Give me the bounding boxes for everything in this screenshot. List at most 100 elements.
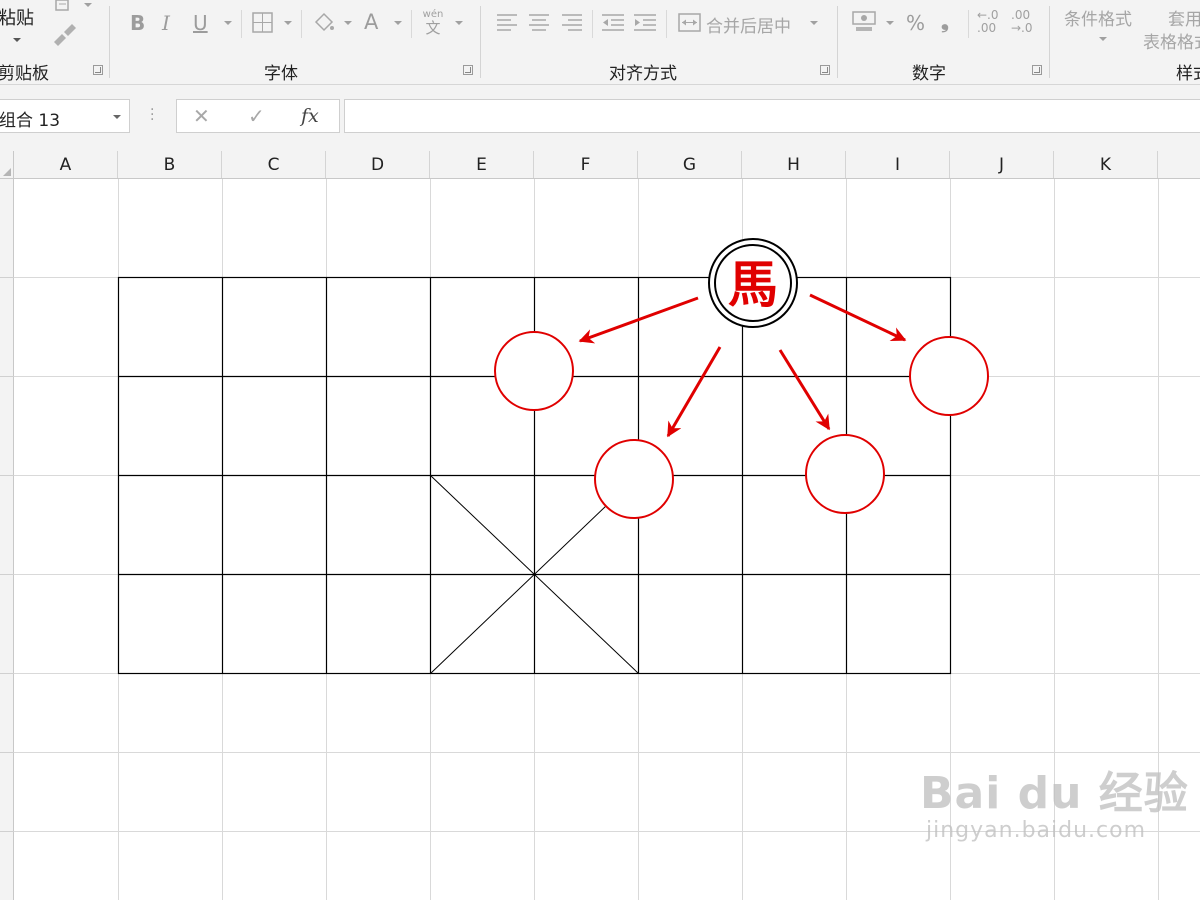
paste-button[interactable]: 粘贴 bbox=[0, 4, 40, 48]
underline-button[interactable]: U bbox=[193, 12, 208, 34]
formula-input[interactable] bbox=[344, 99, 1200, 133]
font-launcher-icon[interactable] bbox=[463, 65, 473, 75]
column-header-k[interactable]: K bbox=[1054, 151, 1158, 178]
select-all-corner[interactable] bbox=[0, 151, 14, 178]
phonetic-guide-button[interactable]: wén 文 bbox=[420, 9, 446, 39]
font-group-label: 字体 bbox=[264, 64, 298, 84]
currency-dropdown-icon[interactable] bbox=[886, 21, 894, 25]
formula-buttons: ✕ ✓ fx bbox=[176, 99, 340, 133]
merge-center-button[interactable]: 合并后居中 bbox=[706, 12, 791, 37]
alignment-launcher-icon[interactable] bbox=[820, 65, 830, 75]
horse-piece[interactable]: 馬 bbox=[708, 238, 798, 328]
phonetic-dropdown-icon[interactable] bbox=[455, 21, 463, 25]
column-header-a[interactable]: A bbox=[14, 151, 118, 178]
arrow-right[interactable] bbox=[809, 293, 907, 342]
target-circle[interactable] bbox=[494, 331, 574, 411]
insert-function-button[interactable]: fx bbox=[301, 105, 319, 127]
divider bbox=[301, 10, 302, 38]
percent-button[interactable]: % bbox=[906, 12, 925, 34]
underline-dropdown-icon[interactable] bbox=[224, 21, 232, 25]
font-color-button[interactable]: A bbox=[364, 11, 378, 33]
arrow-down-left[interactable] bbox=[666, 346, 722, 438]
target-circle[interactable] bbox=[805, 434, 885, 514]
row-header-divider bbox=[0, 831, 14, 832]
arrow-down-right[interactable] bbox=[778, 349, 831, 431]
paste-dropdown-icon[interactable] bbox=[13, 38, 21, 42]
row-header-divider bbox=[0, 277, 14, 278]
group-divider bbox=[837, 6, 838, 78]
baidu-watermark-logo: Bai du 经验 jingyan.baidu.com bbox=[920, 770, 1189, 844]
decrease-decimal-button[interactable]: .00 →.0 bbox=[1011, 9, 1039, 35]
divider bbox=[968, 10, 969, 38]
row-header-bar[interactable] bbox=[0, 179, 14, 900]
column-header-d[interactable]: D bbox=[326, 151, 430, 178]
group-divider bbox=[1049, 6, 1050, 78]
cancel-icon[interactable]: ✕ bbox=[193, 104, 210, 128]
copy-dropdown-icon[interactable] bbox=[84, 3, 92, 7]
increase-indent-icon[interactable] bbox=[633, 12, 657, 34]
column-header-i[interactable]: I bbox=[846, 151, 950, 178]
increase-decimal-button[interactable]: ←.0 .00 bbox=[977, 9, 1005, 35]
target-circle[interactable] bbox=[909, 336, 989, 416]
format-painter-icon[interactable] bbox=[50, 22, 76, 46]
align-right-icon[interactable] bbox=[561, 12, 583, 34]
table-format-top-label[interactable]: 套用 bbox=[1168, 5, 1200, 30]
name-box[interactable]: 组合 13 bbox=[0, 99, 130, 133]
horse-piece-label: 馬 bbox=[728, 255, 778, 314]
confirm-icon[interactable]: ✓ bbox=[248, 104, 265, 128]
row-header-divider bbox=[0, 673, 14, 674]
column-header-e[interactable]: E bbox=[430, 151, 534, 178]
number-group-label: 数字 bbox=[912, 64, 946, 84]
divider bbox=[411, 10, 412, 38]
name-box-value: 组合 13 bbox=[0, 111, 61, 131]
comma-style-button[interactable]: ❟ bbox=[941, 10, 949, 32]
row-header-divider bbox=[0, 574, 14, 575]
fill-color-icon[interactable] bbox=[312, 10, 336, 32]
arrow-left[interactable] bbox=[578, 296, 699, 344]
copy-icon[interactable] bbox=[52, 0, 74, 14]
ribbon-toolbar: 粘贴 剪贴板 B I U A wén 文 字体 合并后居中 对齐方式 % ❟ ←… bbox=[0, 0, 1200, 85]
decrease-decimal-bottom: →.0 bbox=[1011, 21, 1033, 35]
move-arrows[interactable] bbox=[578, 293, 907, 438]
column-header-bar: A B C D E F G H I J K bbox=[0, 151, 1200, 179]
table-format-bottom-label[interactable]: 表格格式 bbox=[1143, 28, 1200, 53]
divider bbox=[241, 10, 242, 38]
increase-decimal-bottom: .00 bbox=[977, 21, 997, 35]
column-header-h[interactable]: H bbox=[742, 151, 846, 178]
currency-format-icon[interactable] bbox=[852, 10, 880, 34]
font-color-dropdown-icon[interactable] bbox=[394, 21, 402, 25]
name-box-dropdown-icon[interactable] bbox=[113, 115, 121, 119]
clipboard-launcher-icon[interactable] bbox=[93, 65, 103, 75]
divider bbox=[666, 10, 667, 38]
formula-bar: 组合 13 · · · ✕ ✓ fx bbox=[0, 85, 1200, 151]
conditional-format-dropdown-icon[interactable] bbox=[1099, 37, 1107, 41]
formula-bar-menu-icon[interactable]: · · · bbox=[150, 103, 154, 127]
column-header-f[interactable]: F bbox=[534, 151, 638, 178]
column-header-b[interactable]: B bbox=[118, 151, 222, 178]
border-dropdown-icon[interactable] bbox=[284, 21, 292, 25]
merge-center-icon[interactable] bbox=[678, 12, 702, 34]
border-icon[interactable] bbox=[252, 12, 274, 34]
align-center-icon[interactable] bbox=[528, 12, 550, 34]
fill-color-dropdown-icon[interactable] bbox=[344, 21, 352, 25]
chessboard-grid bbox=[117, 276, 952, 675]
group-divider bbox=[480, 6, 481, 78]
bold-button[interactable]: B bbox=[130, 12, 145, 34]
styles-group-label: 样式 bbox=[1176, 64, 1200, 84]
paste-label: 粘贴 bbox=[0, 8, 34, 29]
watermark-sub-text: jingyan.baidu.com bbox=[926, 818, 1147, 843]
target-circles[interactable] bbox=[494, 331, 989, 519]
column-header-g[interactable]: G bbox=[638, 151, 742, 178]
conditional-format-button[interactable]: 条件格式 bbox=[1064, 5, 1132, 30]
italic-button[interactable]: I bbox=[162, 12, 170, 34]
column-header-j[interactable]: J bbox=[950, 151, 1054, 178]
column-header-c[interactable]: C bbox=[222, 151, 326, 178]
target-circle[interactable] bbox=[594, 439, 674, 519]
number-launcher-icon[interactable] bbox=[1032, 65, 1042, 75]
align-left-icon[interactable] bbox=[496, 12, 518, 34]
merge-dropdown-icon[interactable] bbox=[810, 21, 818, 25]
phonetic-bottom-label: 文 bbox=[425, 19, 441, 37]
divider bbox=[592, 10, 593, 38]
decrease-indent-icon[interactable] bbox=[601, 12, 625, 34]
row-header-divider bbox=[0, 752, 14, 753]
